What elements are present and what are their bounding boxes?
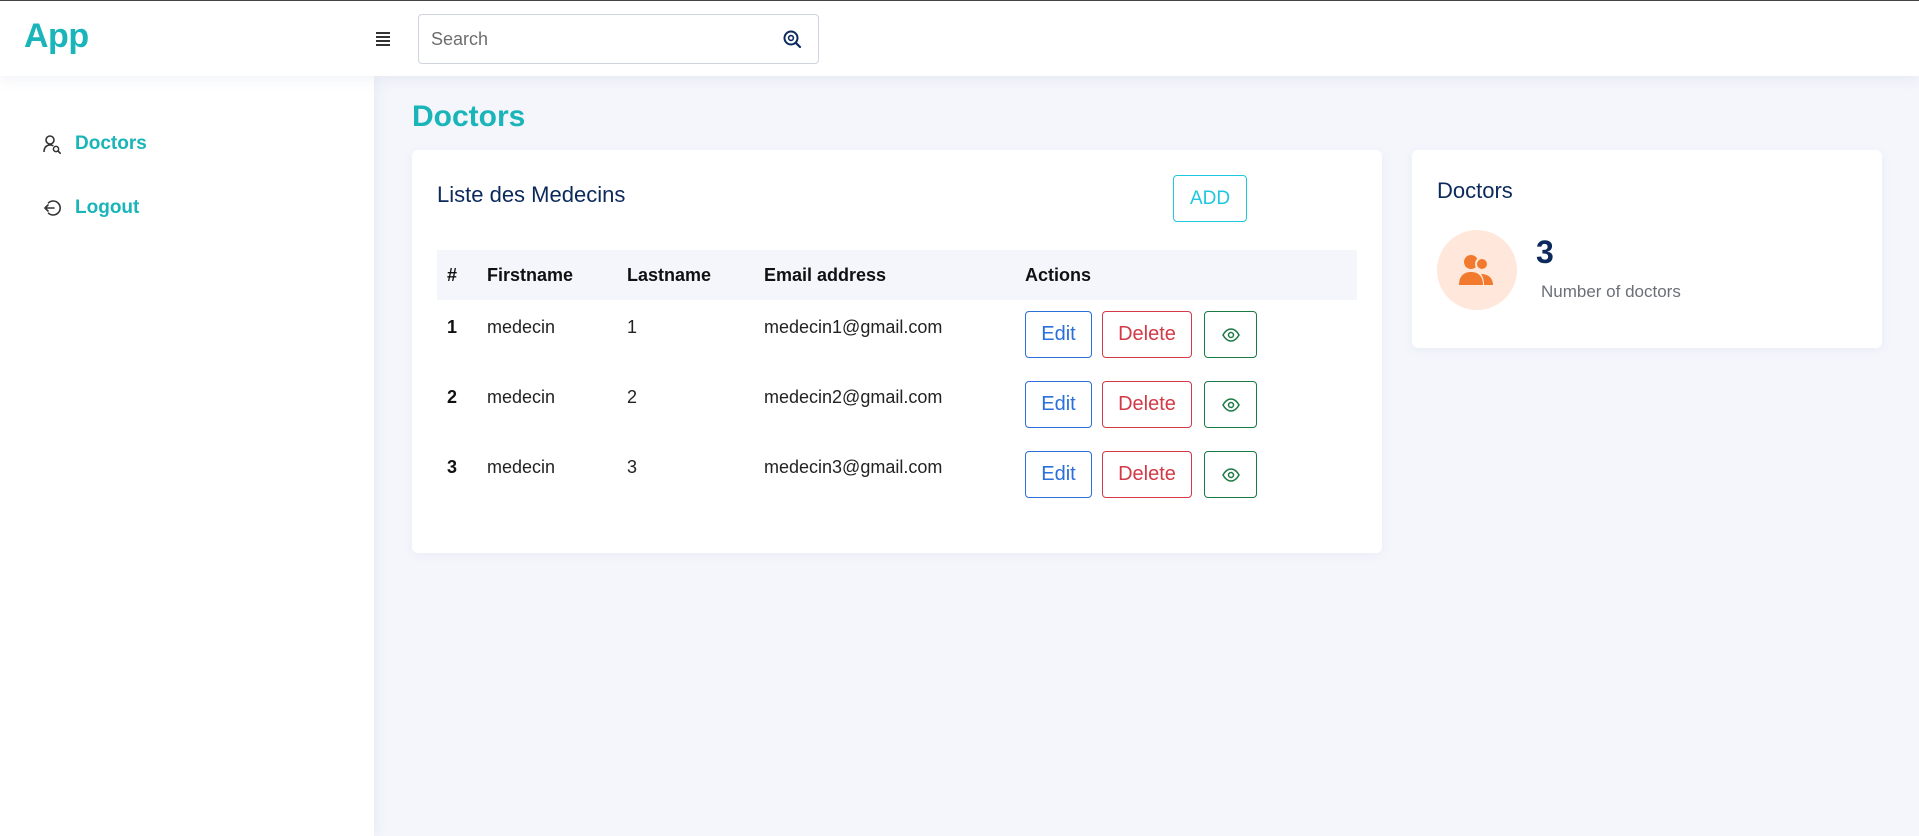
sidebar-item-label: Doctors — [75, 133, 147, 154]
column-header-firstname: Firstname — [477, 250, 617, 300]
doctors-list-card: Liste des Medecins ADD # Firstname Lastn… — [412, 150, 1382, 553]
stat-value: 3 — [1536, 234, 1554, 270]
row-index: 1 — [447, 317, 458, 337]
eye-icon — [1221, 327, 1240, 342]
view-button[interactable] — [1204, 311, 1257, 358]
view-button[interactable] — [1204, 451, 1257, 498]
column-header-lastname: Lastname — [617, 250, 754, 300]
hamburger-menu-icon[interactable] — [374, 28, 394, 50]
stat-icon-badge — [1437, 230, 1517, 310]
page-title: Doctors — [412, 100, 526, 133]
sidebar-item-label: Logout — [75, 197, 140, 218]
sidebar-item-logout[interactable]: Logout — [42, 193, 139, 223]
logout-icon — [42, 198, 62, 218]
column-header-actions: Actions — [1015, 250, 1357, 300]
app-logo[interactable]: App — [24, 17, 89, 56]
row-email: medecin2@gmail.com — [764, 387, 943, 407]
row-index: 3 — [447, 457, 458, 477]
column-header-email: Email address — [754, 250, 1015, 300]
user-search-icon — [42, 134, 62, 155]
table-row: 3 medecin 3 medecin3@gmail.com Edit Delet… — [437, 440, 1357, 510]
delete-button[interactable]: Delete — [1102, 311, 1192, 358]
view-button[interactable] — [1204, 381, 1257, 428]
row-firstname: medecin — [487, 387, 556, 407]
row-email: medecin3@gmail.com — [764, 457, 943, 477]
table-row: 2 medecin 2 medecin2@gmail.com Edit Delet… — [437, 370, 1357, 440]
sidebar: Doctors Logout — [0, 76, 374, 836]
delete-button[interactable]: Delete — [1102, 381, 1192, 428]
edit-button[interactable]: Edit — [1025, 381, 1092, 428]
doctors-table: # Firstname Lastname Email address Actio… — [437, 250, 1357, 510]
row-email: medecin1@gmail.com — [764, 317, 943, 337]
row-index: 2 — [447, 387, 458, 407]
edit-button[interactable]: Edit — [1025, 451, 1092, 498]
eye-icon — [1221, 467, 1240, 482]
edit-button[interactable]: Edit — [1025, 311, 1092, 358]
row-actions: Edit Delete — [1015, 440, 1357, 510]
stat-card-title: Doctors — [1437, 178, 1513, 203]
table-row: 1 medecin 1 medecin1@gmail.com Edit Delet… — [437, 300, 1357, 370]
row-lastname: 1 — [627, 317, 638, 337]
add-doctor-button[interactable]: ADD — [1173, 175, 1247, 222]
row-actions: Edit Delete — [1015, 300, 1357, 370]
row-lastname: 2 — [627, 387, 638, 407]
search-box — [418, 14, 819, 64]
card-title: Liste des Medecins — [437, 182, 626, 207]
row-actions: Edit Delete — [1015, 370, 1357, 440]
doctors-stat-card: Doctors 3 Number of doctors — [1412, 150, 1882, 348]
search-input[interactable] — [429, 15, 769, 63]
top-header: App — [0, 0, 1919, 76]
row-firstname: medecin — [487, 317, 556, 337]
row-firstname: medecin — [487, 457, 556, 477]
eye-icon — [1221, 397, 1240, 412]
column-header-index: # — [437, 250, 477, 300]
stat-label: Number of doctors — [1541, 282, 1681, 301]
row-lastname: 3 — [627, 457, 638, 477]
users-icon — [1459, 255, 1493, 285]
search-icon[interactable] — [782, 29, 802, 49]
sidebar-item-doctors[interactable]: Doctors — [42, 129, 147, 159]
table-header-row: # Firstname Lastname Email address Actio… — [437, 250, 1357, 300]
delete-button[interactable]: Delete — [1102, 451, 1192, 498]
